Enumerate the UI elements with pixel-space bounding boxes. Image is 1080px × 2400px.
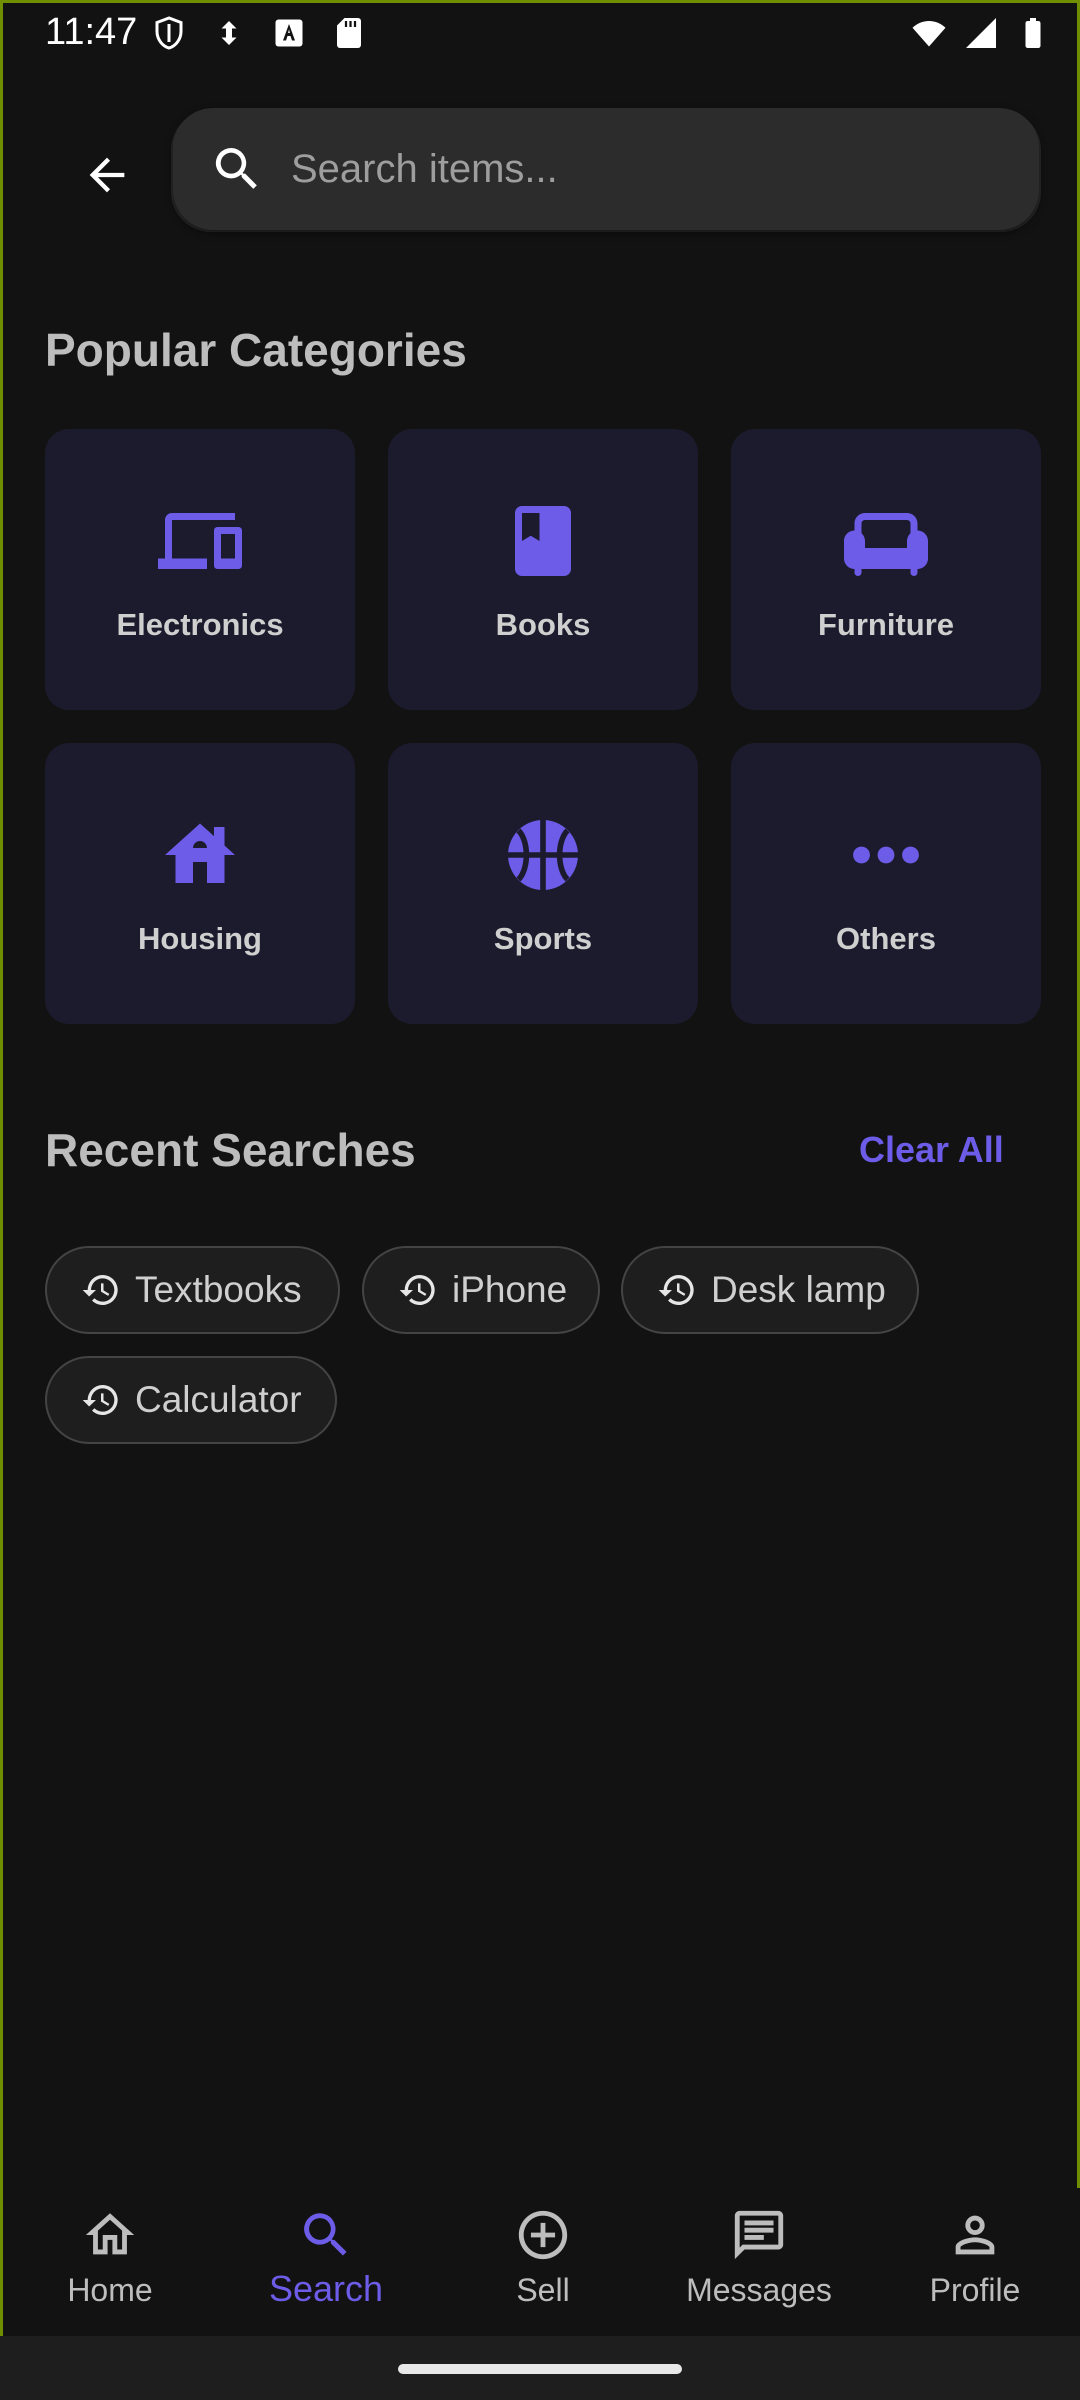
category-housing[interactable]: Housing bbox=[45, 743, 355, 1024]
nav-label: Search bbox=[268, 2268, 384, 2309]
history-icon bbox=[82, 1275, 118, 1305]
recent-chip-textbooks[interactable]: Textbooks bbox=[45, 1246, 340, 1334]
nav-search[interactable]: Search bbox=[246, 2206, 406, 2326]
arrow-back-icon bbox=[89, 157, 125, 193]
status-bar: 11:47 bbox=[3, 3, 1080, 65]
nav-label: Home bbox=[67, 2272, 153, 2308]
nav-label: Sell bbox=[516, 2272, 570, 2308]
app-screen: 11:47 Popular Categories Electronics bbox=[0, 0, 1080, 2339]
category-label: Housing bbox=[138, 921, 262, 956]
clear-all-button[interactable]: Clear All bbox=[859, 1129, 1004, 1171]
data-saver-icon bbox=[221, 21, 237, 45]
nav-profile[interactable]: Profile bbox=[895, 2206, 1055, 2326]
category-books[interactable]: Books bbox=[388, 429, 698, 710]
recent-chip-iphone[interactable]: iPhone bbox=[362, 1246, 600, 1334]
category-others[interactable]: Others bbox=[731, 743, 1041, 1024]
status-icons-right bbox=[911, 15, 1051, 51]
recent-chip-calculator[interactable]: Calculator bbox=[45, 1356, 337, 1444]
category-label: Others bbox=[836, 921, 936, 956]
nav-sell[interactable]: Sell bbox=[463, 2206, 623, 2326]
house-icon bbox=[165, 823, 235, 883]
search-box[interactable] bbox=[173, 108, 1039, 230]
font-a-icon bbox=[275, 19, 303, 47]
recent-chip-desk-lamp[interactable]: Desk lamp bbox=[621, 1246, 919, 1334]
status-time: 11:47 bbox=[45, 11, 138, 53]
status-icons-left bbox=[151, 15, 367, 51]
category-sports[interactable]: Sports bbox=[388, 743, 698, 1024]
nav-messages[interactable]: Messages bbox=[679, 2206, 839, 2326]
recent-searches-title: Recent Searches bbox=[45, 1124, 416, 1176]
category-label: Sports bbox=[493, 921, 593, 956]
book-icon bbox=[515, 506, 571, 576]
devices-icon bbox=[158, 513, 242, 569]
popular-categories-title: Popular Categories bbox=[45, 324, 467, 376]
category-label: Furniture bbox=[817, 607, 955, 642]
nav-label: Messages bbox=[686, 2272, 832, 2308]
system-gesture-area bbox=[0, 2336, 1080, 2400]
chip-label: Calculator bbox=[135, 1379, 302, 1420]
category-label: Books bbox=[495, 607, 591, 642]
chair-icon bbox=[844, 513, 928, 576]
category-electronics[interactable]: Electronics bbox=[45, 429, 355, 710]
signal-icon bbox=[966, 18, 996, 48]
history-icon bbox=[399, 1275, 435, 1305]
nav-home[interactable]: Home bbox=[30, 2206, 190, 2326]
wifi-icon bbox=[912, 21, 946, 47]
nav-label: Profile bbox=[929, 2272, 1021, 2308]
add-circle-icon bbox=[518, 2210, 568, 2260]
person-icon bbox=[955, 2215, 995, 2255]
shield-icon bbox=[155, 16, 183, 50]
search-input[interactable] bbox=[291, 146, 931, 192]
search-bar-row bbox=[3, 108, 1080, 232]
sd-card-icon bbox=[337, 18, 361, 48]
history-icon bbox=[82, 1385, 118, 1415]
search-icon bbox=[215, 148, 257, 189]
bottom-navigation: Home Search Sell Messages Profile bbox=[3, 2188, 1080, 2339]
category-furniture[interactable]: Furniture bbox=[731, 429, 1041, 710]
home-gesture-handle[interactable] bbox=[398, 2364, 682, 2374]
battery-icon bbox=[1025, 18, 1041, 48]
back-button[interactable] bbox=[67, 135, 147, 215]
category-label: Electronics bbox=[116, 607, 284, 642]
category-grid: Electronics Books Furniture Housing Spor… bbox=[45, 429, 1041, 1024]
chip-label: Desk lamp bbox=[711, 1269, 886, 1310]
home-icon bbox=[85, 2213, 135, 2255]
more-horizontal-icon bbox=[853, 846, 919, 864]
history-icon bbox=[658, 1275, 694, 1305]
chip-label: Textbooks bbox=[135, 1269, 302, 1310]
basketball-icon bbox=[508, 820, 578, 890]
chip-label: iPhone bbox=[452, 1269, 568, 1310]
search-icon bbox=[304, 2213, 347, 2256]
message-icon bbox=[734, 2210, 784, 2260]
